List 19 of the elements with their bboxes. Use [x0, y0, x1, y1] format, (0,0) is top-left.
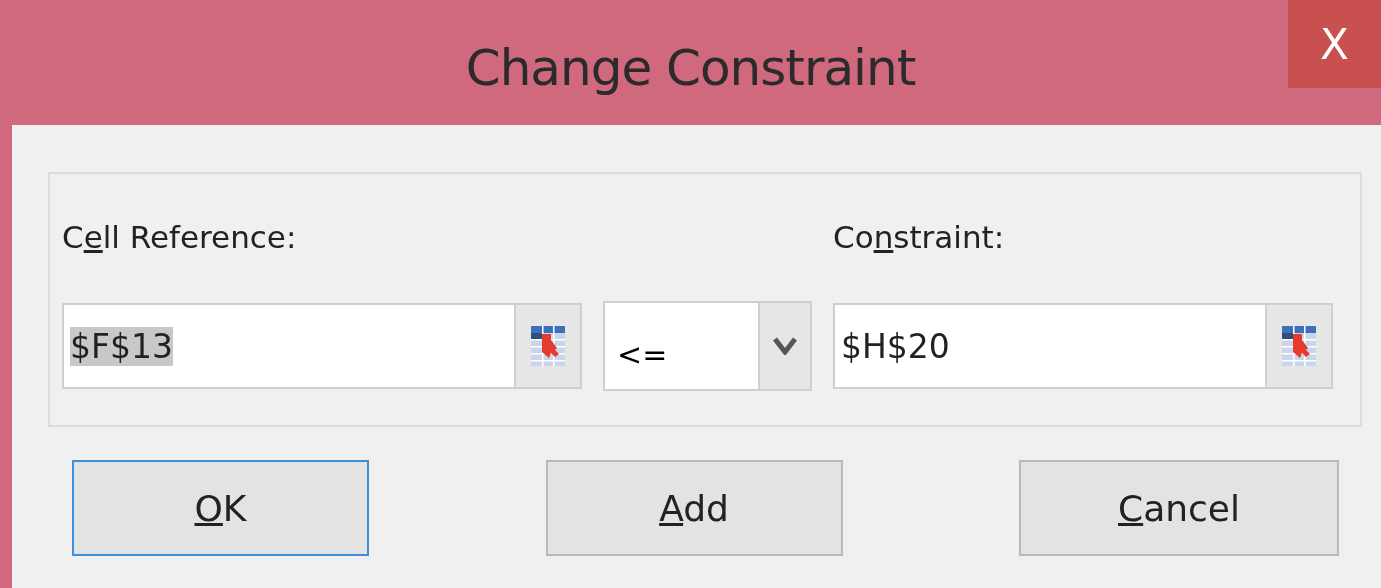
chevron-down-icon: [773, 337, 797, 355]
constraint-label: Constraint:: [833, 219, 1006, 257]
range-picker-icon: [531, 326, 565, 366]
constraint-value: $H$20: [841, 326, 950, 366]
range-picker-button[interactable]: [1265, 305, 1331, 387]
constraint-field[interactable]: $H$20: [833, 303, 1333, 389]
cell-reference-label: Cell Reference:: [62, 219, 298, 257]
dialog-button[interactable]: Cancel: [1019, 460, 1339, 556]
dialog-button[interactable]: OK: [72, 460, 369, 556]
window-title: Change Constraint: [465, 38, 916, 97]
dialog-button[interactable]: Add: [545, 460, 843, 556]
operator-dropdown[interactable]: <=: [603, 301, 812, 391]
operator-value: <=: [617, 336, 668, 372]
dropdown-button[interactable]: [758, 303, 810, 389]
range-picker-button[interactable]: [514, 305, 580, 387]
cell-reference-field[interactable]: $F$13: [62, 303, 582, 389]
cell-reference-value: $F$13: [70, 326, 173, 366]
close-button[interactable]: X: [1288, 0, 1381, 88]
range-picker-icon: [1282, 326, 1316, 366]
